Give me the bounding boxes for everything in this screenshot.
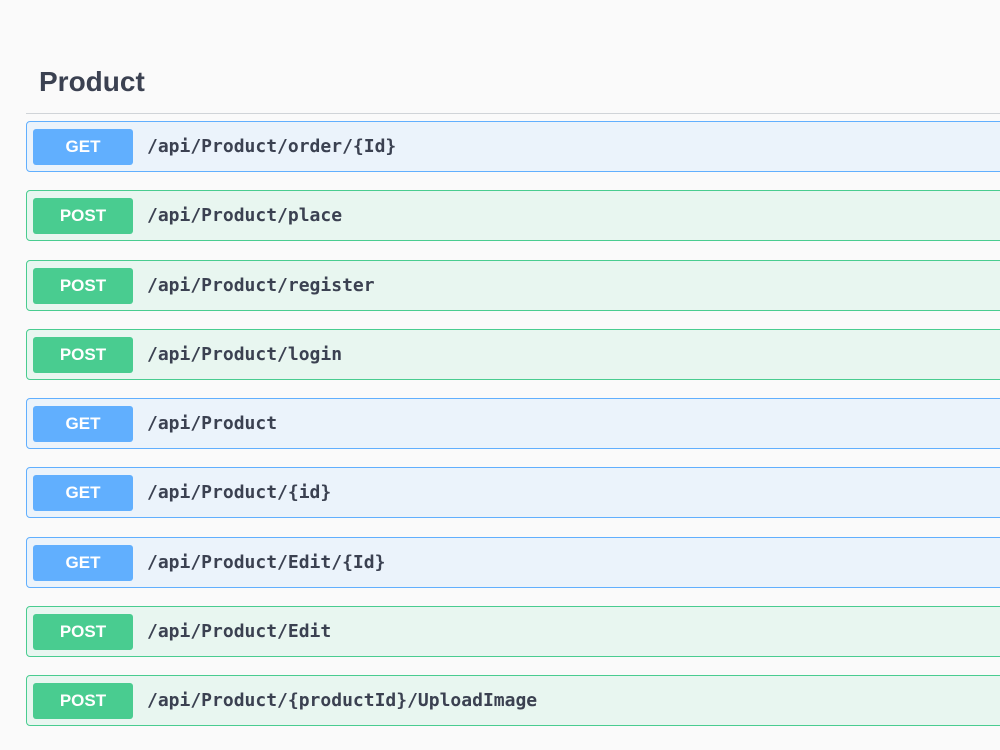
method-badge: POST xyxy=(33,614,133,651)
operation-path: /api/Product xyxy=(147,413,278,435)
swagger-page: Product GET /api/Product/order/{Id} POST… xyxy=(0,0,1000,750)
method-badge: GET xyxy=(33,129,133,165)
method-badge: GET xyxy=(33,475,133,512)
operation-path: /api/Product/place xyxy=(147,205,343,227)
operation-block[interactable]: POST /api/Product/Edit xyxy=(26,606,1000,658)
operation-path: /api/Product/{productId}/UploadImage xyxy=(147,690,538,712)
operation-block[interactable]: POST /api/Product/place xyxy=(26,190,1000,242)
tag-title: Product xyxy=(39,66,145,97)
operation-block[interactable]: POST /api/Product/register xyxy=(26,259,1000,311)
method-badge: POST xyxy=(33,198,133,235)
operation-path: /api/Product/register xyxy=(147,274,375,296)
operation-block[interactable]: POST /api/Product/login xyxy=(26,328,1000,380)
operation-path: /api/Product/order/{Id} xyxy=(147,136,397,157)
method-badge: POST xyxy=(33,683,133,720)
operation-path: /api/Product/{id} xyxy=(147,482,332,504)
operation-block[interactable]: GET /api/Product/order/{Id} xyxy=(26,121,1000,172)
operation-path: /api/Product/Edit/{Id} xyxy=(147,551,386,573)
operation-block[interactable]: GET /api/Product xyxy=(26,398,1000,450)
method-badge: POST xyxy=(33,267,133,304)
method-badge: GET xyxy=(33,406,133,443)
tag-section-header[interactable]: Product xyxy=(26,52,1000,114)
operation-block[interactable]: GET /api/Product/Edit/{Id} xyxy=(26,536,1000,588)
operation-block[interactable]: POST /api/Product/{productId}/UploadImag… xyxy=(26,675,1000,727)
method-badge: GET xyxy=(33,544,133,581)
operation-block[interactable]: GET /api/Product/{id} xyxy=(26,467,1000,519)
operations-list: GET /api/Product/order/{Id} POST /api/Pr… xyxy=(26,121,1000,745)
operation-path: /api/Product/Edit xyxy=(147,621,332,643)
method-badge: POST xyxy=(33,336,133,373)
operation-path: /api/Product/login xyxy=(147,343,343,365)
